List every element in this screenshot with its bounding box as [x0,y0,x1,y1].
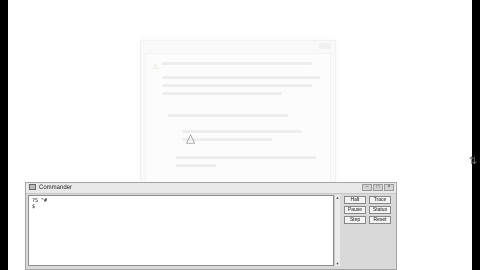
dialog-text-line [168,114,288,117]
commander-window: Commander – □ × ?S "# $ ▲ ▼ Halt Trace P… [25,182,397,270]
reset-button[interactable]: Reset [369,216,391,224]
dialog-close-button[interactable] [319,43,331,49]
window-title: Commander [39,185,73,191]
dialog-text-line [182,138,272,141]
faded-dialog: ⚠ △ [140,40,336,194]
dialog-body: ⚠ △ [145,53,331,187]
step-button[interactable]: Step [344,216,366,224]
left-black-bar [0,0,8,270]
dialog-text-line [162,92,282,95]
alert-triangle-icon: △ [186,131,196,145]
dialog-text-line [176,156,316,159]
dialog-text-line [176,164,216,167]
status-button[interactable]: Status [369,206,391,214]
halt-button[interactable]: Halt [344,196,366,204]
command-buttons: Halt Trace Pause Status Step Reset [344,196,391,224]
minimize-button[interactable]: – [362,184,372,191]
console-output[interactable]: ?S "# $ [28,195,334,266]
mouse-cursor-icon: ⇅ [468,156,477,167]
dialog-text-line [162,76,320,79]
dialog-text-line [162,84,312,87]
close-button[interactable]: × [384,184,394,191]
vertical-scrollbar[interactable]: ▲ ▼ [334,195,340,266]
window-titlebar[interactable]: Commander – □ × [26,183,396,194]
trace-button[interactable]: Trace [369,196,391,204]
right-black-bar [472,0,480,270]
dialog-text-line [182,130,302,133]
scroll-down-icon[interactable]: ▼ [335,261,340,266]
pause-button[interactable]: Pause [344,206,366,214]
app-icon [29,184,36,190]
warning-icon: ⚠ [152,62,160,71]
maximize-button[interactable]: □ [373,184,383,191]
dialog-text-line [162,62,312,65]
scroll-up-icon[interactable]: ▲ [335,195,340,200]
